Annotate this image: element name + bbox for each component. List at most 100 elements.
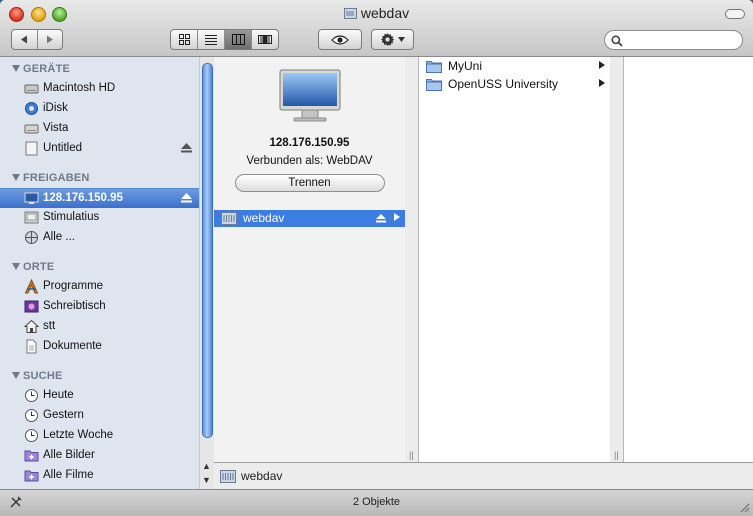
folder-icon [426, 61, 442, 73]
sidebar-item-label: Alle Bilder [43, 449, 95, 461]
column-view-icon [231, 34, 245, 45]
list-item-webdav[interactable]: webdav [214, 210, 405, 227]
eject-icon[interactable] [181, 193, 192, 203]
share-folder-icon [221, 212, 237, 225]
hard-drive-icon [24, 84, 39, 94]
finder-window: webdav GERÄTE Macintosh HD iDisk Vista U… [0, 0, 753, 516]
column-2-resize-bar[interactable]: || [610, 57, 624, 462]
navigation-buttons [11, 29, 63, 50]
status-bar: 2 Objekte [0, 489, 753, 516]
coverflow-view-button[interactable] [251, 30, 278, 49]
column-resize-grip-icon[interactable]: || [614, 450, 619, 460]
resize-grip-icon[interactable] [739, 502, 750, 513]
documents-icon [26, 339, 37, 354]
chevron-down-icon [398, 37, 405, 42]
scroll-down-arrow-icon[interactable]: ▼ [202, 475, 211, 485]
clock-icon [25, 389, 38, 402]
home-icon [24, 319, 39, 333]
sidebar-item-idisk[interactable]: iDisk [0, 99, 199, 118]
sidebar-item-heute[interactable]: Heute [0, 386, 199, 405]
server-address: 128.176.150.95 [269, 137, 350, 149]
sidebar-item-letzte-woche[interactable]: Letzte Woche [0, 426, 199, 445]
action-menu-button[interactable] [371, 29, 414, 50]
sidebar-item-stimulatius[interactable]: Stimulatius [0, 208, 199, 227]
section-header-shares[interactable]: FREIGABEN [12, 172, 90, 184]
sidebar-item-label: Heute [43, 389, 74, 401]
sidebar-item-label: Schreibtisch [43, 300, 106, 312]
path-bar-item[interactable]: webdav [241, 469, 282, 483]
disclosure-triangle-icon [12, 65, 20, 72]
sidebar-item-stt[interactable]: stt [0, 317, 199, 336]
section-header-devices[interactable]: GERÄTE [12, 63, 70, 75]
section-header-places[interactable]: ORTE [12, 261, 54, 273]
scroll-up-arrow-icon[interactable]: ▲ [202, 461, 211, 471]
sidebar-item-alle-filme[interactable]: Alle Filme [0, 466, 199, 485]
column-view-button[interactable] [224, 30, 251, 49]
share-folder-icon [343, 8, 357, 19]
disk-icon [25, 141, 38, 156]
disclosure-arrow-icon [599, 79, 605, 87]
idisk-icon [25, 102, 38, 115]
search-icon [611, 35, 623, 47]
sidebar-item-label: Vista [43, 122, 69, 134]
search-input[interactable] [627, 33, 741, 49]
sidebar: GERÄTE Macintosh HD iDisk Vista Untitled… [0, 57, 214, 489]
sidebar-item-untitled[interactable]: Untitled [0, 139, 199, 158]
disconnect-button[interactable]: Trennen [234, 174, 385, 192]
back-arrow-icon [20, 35, 27, 44]
sidebar-item-alle-bilder[interactable]: Alle Bilder [0, 446, 199, 465]
list-item-openuss-university[interactable]: OpenUSS University [419, 76, 610, 93]
sidebar-item-vista[interactable]: Vista [0, 119, 199, 138]
gear-icon [380, 32, 395, 47]
toolbar-toggle-button[interactable] [725, 9, 745, 19]
column-resize-grip-icon[interactable]: || [409, 450, 414, 460]
icon-view-icon [178, 34, 190, 45]
clock-icon [25, 409, 38, 422]
column-1-resize-bar[interactable]: || [405, 57, 419, 462]
search-field[interactable] [604, 30, 743, 50]
item-count: 2 Objekte [352, 496, 401, 508]
section-header-search[interactable]: SUCHE [12, 370, 63, 382]
icon-view-button[interactable] [171, 30, 197, 49]
sidebar-item-label: Alle Filme [43, 469, 94, 481]
sidebar-item-label: Untitled [43, 142, 82, 154]
forward-arrow-icon [47, 35, 54, 44]
sidebar-item-macintosh-hd[interactable]: Macintosh HD [0, 79, 199, 98]
sidebar-item-gestern[interactable]: Gestern [0, 406, 199, 425]
forward-button[interactable] [36, 30, 63, 49]
back-button[interactable] [12, 30, 37, 49]
list-view-button[interactable] [197, 30, 224, 49]
sidebar-item-label: Stimulatius [43, 211, 100, 223]
sidebar-item-label: Dokumente [43, 340, 102, 352]
smart-folder-icon [24, 470, 39, 482]
sidebar-item-dokumente[interactable]: Dokumente [0, 337, 199, 356]
connected-as-label: Verbunden als: WebDAV [246, 155, 373, 167]
applications-icon [24, 279, 39, 294]
sidebar-item-all-network[interactable]: Alle ... [0, 228, 199, 247]
disclosure-arrow-icon [394, 213, 400, 221]
sidebar-item-programme[interactable]: Programme [0, 277, 199, 296]
sidebar-item-label: stt [43, 320, 56, 332]
section-title: GERÄTE [23, 63, 71, 75]
list-item-label: OpenUSS University [448, 77, 559, 91]
clock-icon [25, 429, 38, 442]
section-title: SUCHE [23, 370, 63, 382]
path-bar: webdav [214, 462, 753, 489]
window-title: webdav [0, 5, 753, 21]
disclosure-arrow-icon [599, 61, 605, 69]
quick-look-button[interactable] [318, 29, 362, 50]
sidebar-item-schreibtisch[interactable]: Schreibtisch [0, 297, 199, 316]
sidebar-scrollbar[interactable]: ▲ ▼ [199, 57, 214, 489]
scrollbar-thumb[interactable] [202, 63, 213, 438]
list-item-myuni[interactable]: MyUni [419, 58, 610, 75]
eject-icon[interactable] [376, 214, 386, 223]
sidebar-item-server[interactable]: 128.176.150.95 [0, 188, 199, 208]
section-title: FREIGABEN [23, 172, 90, 184]
title-bar[interactable]: webdav [0, 0, 753, 57]
share-folder-icon [220, 470, 236, 483]
sidebar-item-label: iDisk [43, 102, 68, 114]
sidebar-item-label: Gestern [43, 409, 84, 421]
eject-icon[interactable] [181, 143, 192, 153]
sidebar-item-label: Programme [43, 280, 104, 292]
column-2 [419, 57, 611, 462]
